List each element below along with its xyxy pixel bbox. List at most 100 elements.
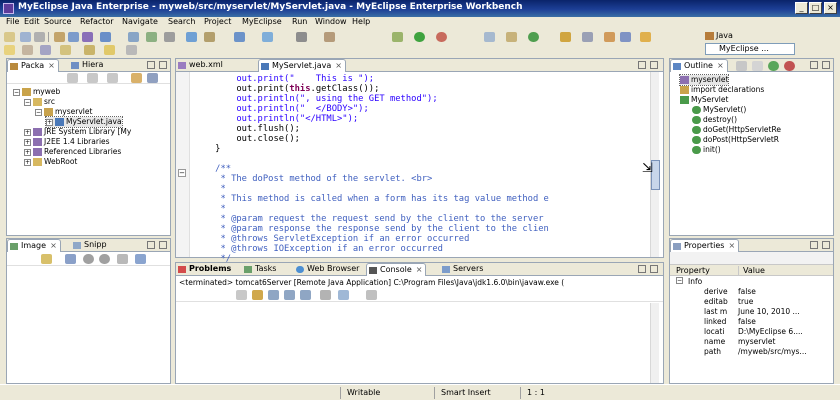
perspective-java[interactable]: Java — [705, 31, 765, 43]
remove-launch-icon[interactable] — [252, 290, 263, 300]
new-interface-icon[interactable] — [528, 32, 539, 42]
original-size-icon[interactable] — [117, 254, 128, 264]
new-package-icon[interactable] — [484, 32, 495, 42]
open-console-icon[interactable] — [338, 290, 349, 300]
expand-icon[interactable]: + — [24, 158, 31, 166]
debug-icon[interactable] — [392, 32, 403, 42]
forward-icon[interactable] — [126, 45, 137, 55]
tab-properties[interactable]: Properties × — [670, 239, 740, 252]
tab-image[interactable]: Image × — [7, 239, 61, 252]
bookmark-icon[interactable] — [640, 32, 651, 42]
tab-web-browser[interactable]: Web Browser — [294, 263, 362, 276]
run-icon[interactable] — [414, 32, 425, 42]
collapse-icon[interactable]: − — [24, 98, 31, 106]
collapse-all-icon[interactable] — [131, 73, 142, 83]
table-icon[interactable] — [204, 32, 215, 42]
fold-icon[interactable]: − — [178, 169, 186, 177]
menu-window[interactable]: Window — [315, 17, 347, 26]
expand-icon[interactable]: + — [24, 128, 31, 136]
menu-file[interactable]: File — [6, 17, 19, 26]
tab-console[interactable]: Console × — [366, 263, 427, 276]
terminate-icon[interactable] — [236, 290, 247, 300]
property-row[interactable]: last m June 10, 2010 ... — [670, 307, 833, 317]
save-icon[interactable] — [20, 32, 31, 42]
collapse-icon[interactable]: − — [676, 277, 683, 284]
close-icon[interactable]: × — [416, 265, 423, 274]
close-icon[interactable]: × — [48, 61, 55, 70]
close-button[interactable]: × — [824, 2, 837, 14]
outline-item[interactable]: destroy() — [692, 115, 737, 125]
sort-icon[interactable] — [736, 61, 747, 71]
menu-project[interactable]: Project — [204, 17, 231, 26]
maximize-view-icon[interactable] — [159, 241, 167, 249]
menu-navigate[interactable]: Navigate — [122, 17, 158, 26]
outline-item[interactable]: myservlet — [678, 74, 730, 86]
menu-edit[interactable]: Edit — [24, 17, 40, 26]
maximize-view-icon[interactable] — [650, 61, 658, 69]
tree-item[interactable]: + Referenced Libraries — [24, 147, 121, 157]
tree-item[interactable]: + WebRoot — [24, 157, 77, 167]
properties-group-info[interactable]: − Info — [670, 277, 833, 287]
next-annotation-icon[interactable] — [40, 45, 51, 55]
zoom-in-icon[interactable] — [83, 254, 94, 264]
forward-nav-icon[interactable] — [87, 73, 98, 83]
property-row[interactable]: linked false — [670, 317, 833, 327]
tab-myservlet-java[interactable]: MyServlet.java × — [258, 59, 346, 72]
wizard-icon[interactable] — [164, 32, 175, 42]
outline-item[interactable]: init() — [692, 145, 721, 155]
deploy-icon[interactable] — [68, 32, 79, 42]
outline-item[interactable]: import declarations — [680, 85, 764, 95]
print-icon[interactable] — [34, 32, 45, 42]
hide-nonpublic-icon[interactable] — [784, 61, 795, 71]
new-icon[interactable] — [4, 32, 15, 42]
hide-fields-icon[interactable] — [752, 61, 763, 71]
globe-icon[interactable] — [262, 32, 273, 42]
property-row[interactable]: path/myweb/src/mys... — [670, 347, 833, 357]
maximize-view-icon[interactable] — [159, 61, 167, 69]
maximize-view-icon[interactable] — [650, 265, 658, 273]
console-scrollbar[interactable] — [650, 303, 659, 383]
expand-icon[interactable]: + — [24, 138, 31, 146]
collapse-icon[interactable]: − — [13, 88, 20, 96]
hide-static-icon[interactable] — [768, 61, 779, 71]
up-nav-icon[interactable] — [107, 73, 118, 83]
expand-icon[interactable]: + — [24, 148, 31, 156]
outline-item[interactable]: MyServlet() — [692, 105, 746, 115]
jsp-icon[interactable] — [186, 32, 197, 42]
close-icon[interactable]: × — [728, 241, 735, 250]
expand-icon[interactable]: + — [46, 118, 53, 126]
tab-package-explorer[interactable]: Packa × — [7, 59, 59, 72]
value-column-header[interactable]: Value — [738, 266, 765, 275]
tree-item[interactable]: − myweb — [13, 87, 60, 97]
server-icon[interactable] — [82, 32, 93, 42]
minimize-button[interactable]: _ — [795, 2, 808, 14]
maximize-view-icon[interactable] — [822, 61, 830, 69]
tab-web-xml[interactable]: web.xml — [176, 59, 226, 72]
pin-console-icon[interactable] — [300, 290, 311, 300]
minimize-view-icon[interactable] — [810, 241, 818, 249]
annotation-icon[interactable] — [4, 45, 15, 55]
back-nav-icon[interactable] — [67, 73, 78, 83]
tree-item[interactable]: − myservlet — [35, 107, 92, 117]
property-row[interactable]: editab true — [670, 297, 833, 307]
open-image-icon[interactable] — [41, 254, 52, 264]
tab-servers[interactable]: Servers — [440, 263, 486, 276]
tab-snippets[interactable]: Snipp — [71, 239, 110, 252]
menu-myeclipse[interactable]: MyEclipse — [242, 17, 282, 26]
open-folder-icon[interactable] — [560, 32, 571, 42]
fit-image-icon[interactable] — [65, 254, 76, 264]
outline-item[interactable]: doGet(HttpServletRe — [692, 125, 781, 135]
monitor-icon[interactable] — [234, 32, 245, 42]
view-menu-icon[interactable] — [366, 290, 377, 300]
maximize-button[interactable]: □ — [809, 2, 822, 14]
tree-item[interactable]: + MyServlet.java — [45, 116, 123, 128]
maximize-view-icon[interactable] — [822, 241, 830, 249]
menu-run[interactable]: Run — [292, 17, 307, 26]
webservice-icon[interactable] — [100, 32, 111, 42]
display-console-icon[interactable] — [320, 290, 331, 300]
tree-item[interactable]: + JRE System Library [My — [24, 127, 131, 137]
rotate-icon[interactable] — [135, 254, 146, 264]
link-icon[interactable] — [620, 32, 631, 42]
collapse-icon[interactable]: − — [35, 108, 42, 116]
new-class-icon[interactable] — [506, 32, 517, 42]
